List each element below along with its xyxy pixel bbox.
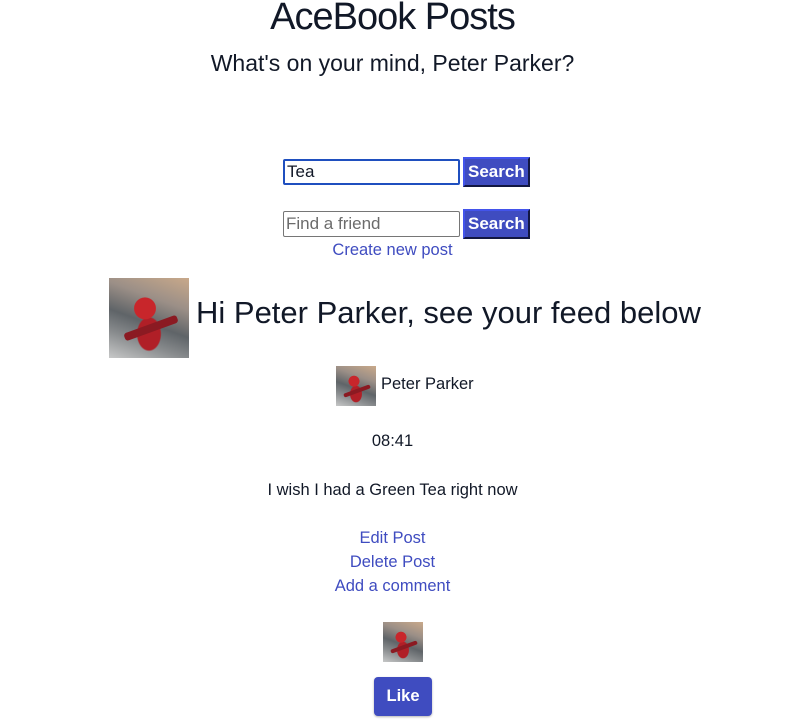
post-body: I wish I had a Green Tea right now [267,481,518,499]
friend-search-input[interactable] [283,211,460,237]
friend-search-form: Search [283,209,530,239]
add-comment-container: Add a comment [0,577,785,596]
post-image [383,622,423,662]
delete-post-link[interactable]: Delete Post [350,553,435,571]
edit-post-container: Edit Post [0,529,785,548]
user-avatar [109,278,189,358]
page-title: AceBook Posts [270,0,516,38]
create-post-link[interactable]: Create new post [332,241,452,259]
edit-post-link[interactable]: Edit Post [359,529,425,547]
post-author-avatar [336,366,376,406]
page-subtitle: What's on your mind, Peter Parker? [210,50,575,76]
like-button[interactable]: Like [374,677,432,716]
page: AceBook Posts What's on your mind, Peter… [0,0,785,722]
delete-post-container: Delete Post [0,553,785,572]
feed-heading: Hi Peter Parker, see your feed below [196,295,701,330]
add-comment-link[interactable]: Add a comment [335,577,451,595]
post-search-form: Search [283,157,530,187]
post-search-button[interactable]: Search [463,157,530,187]
create-post-container: Create new post [0,241,785,260]
friend-search-button[interactable]: Search [463,209,530,239]
post-timestamp: 08:41 [371,432,414,450]
post-author-name: Peter Parker [381,375,474,393]
post-search-input[interactable] [283,159,460,185]
